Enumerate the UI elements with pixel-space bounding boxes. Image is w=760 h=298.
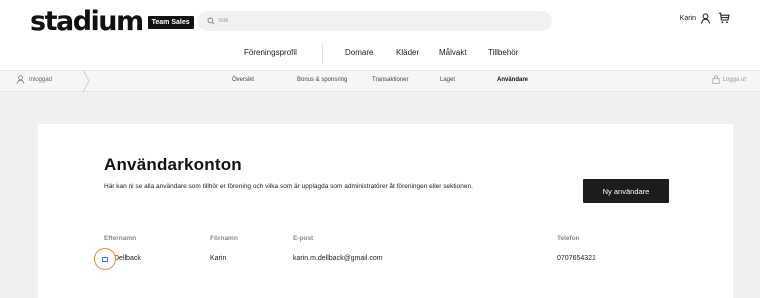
cell-first-name: Karin <box>210 255 227 262</box>
logged-in-label: Inloggad <box>29 76 53 83</box>
nav-malvakt[interactable]: Målvakt <box>439 48 467 57</box>
stadium-logo[interactable]: stadium Team Sales <box>30 8 194 36</box>
page-title: Användarkonton <box>104 155 242 174</box>
cell-last-name: Dellback <box>114 255 141 262</box>
search-input[interactable] <box>218 18 518 24</box>
search-icon <box>207 17 215 25</box>
main-nav: Föreningsprofil Domare Kläder Målvakt Ti… <box>0 42 760 65</box>
new-user-button[interactable]: Ny användare <box>583 179 669 203</box>
tab-laget[interactable]: Laget <box>440 77 455 83</box>
edit-user-button[interactable] <box>94 248 116 270</box>
column-header-phone: Telefon <box>557 235 580 242</box>
user-name[interactable]: Karin <box>680 15 696 22</box>
nav-foreningsprofil[interactable]: Föreningsprofil <box>244 48 297 57</box>
top-header: stadium Team Sales Karin Föreningsprofil… <box>0 0 760 70</box>
nav-domare[interactable]: Domare <box>345 48 373 57</box>
sub-nav-bar: Inloggad Översikt Bonus & sponsring Tran… <box>0 70 760 92</box>
tab-bonus-sponsring[interactable]: Bonus & sponsring <box>297 77 347 83</box>
logged-in-indicator: Inloggad <box>16 75 52 84</box>
column-header-first-name: Förnamn <box>210 235 238 242</box>
nav-klader[interactable]: Kläder <box>396 48 419 57</box>
logout-label[interactable]: Logga ut <box>723 77 746 83</box>
tab-oversikt[interactable]: Översikt <box>232 77 254 83</box>
page-description: Här kan ni se alla användare som tillhör… <box>104 183 473 190</box>
lock-icon <box>712 75 720 84</box>
tab-anvandare[interactable]: Användare <box>497 77 528 83</box>
column-header-last-name: Efternamn <box>104 235 137 242</box>
tab-transaktioner[interactable]: Transaktioner <box>372 77 408 83</box>
column-header-email: E-post <box>293 235 314 242</box>
search-bar[interactable] <box>198 11 552 31</box>
breadcrumb-separator-icon <box>82 70 90 92</box>
user-area: Karin <box>680 12 730 24</box>
cell-phone: 0707654321 <box>557 255 596 262</box>
user-icon[interactable] <box>700 12 711 24</box>
nav-divider <box>322 43 323 65</box>
nav-tillbehor[interactable]: Tillbehör <box>488 48 518 57</box>
team-sales-badge: Team Sales <box>147 15 194 29</box>
logo-wordmark: stadium <box>30 6 144 37</box>
user-outline-icon <box>16 75 25 84</box>
edit-icon <box>102 256 108 262</box>
cell-email: karin.m.dellback@gmail.com <box>293 255 383 262</box>
logout-link[interactable]: Logga ut <box>712 75 746 84</box>
user-accounts-card: Användarkonton Här kan ni se alla använd… <box>38 124 733 298</box>
cart-icon[interactable] <box>718 12 730 24</box>
